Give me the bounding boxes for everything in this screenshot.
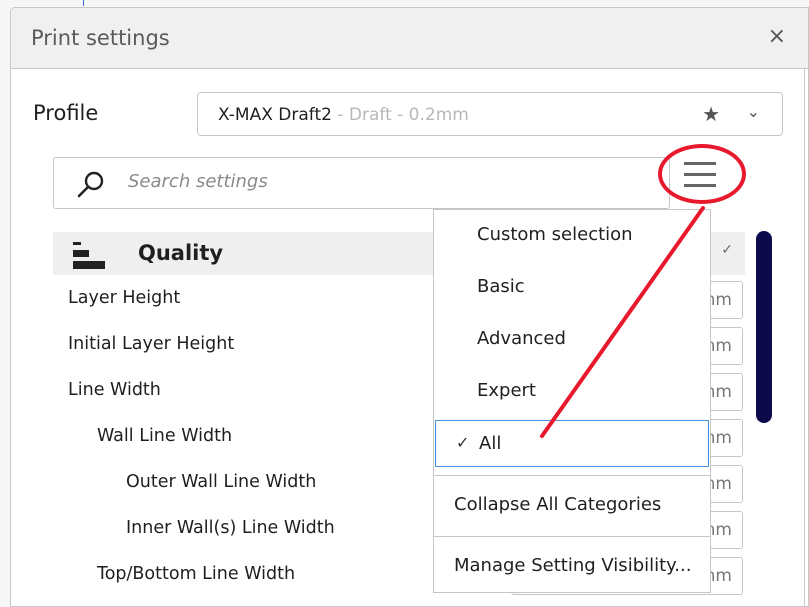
setting-label: Wall Line Width: [97, 426, 233, 446]
menu-item-label: Manage Setting Visibility...: [454, 555, 692, 576]
profile-name: X-MAX Draft2: [218, 105, 332, 125]
background-window-edge: [83, 0, 84, 6]
check-icon: ✓: [456, 433, 470, 452]
search-input[interactable]: [126, 170, 630, 193]
title-bar: Print settings ×: [11, 8, 808, 69]
search-icon: [77, 171, 104, 198]
setting-label: Top/Bottom Line Width: [97, 564, 296, 584]
menu-item-label: All: [479, 433, 502, 454]
profile-suffix: - Draft - 0.2mm: [331, 105, 469, 125]
profile-value: X-MAX Draft2 - Draft - 0.2mm: [218, 105, 469, 125]
profile-dropdown[interactable]: X-MAX Draft2 - Draft - 0.2mm ★ ⌄: [197, 92, 783, 136]
menu-item-label: Expert: [477, 380, 536, 401]
setting-label: Initial Layer Height: [68, 334, 235, 354]
category-label: Quality: [138, 241, 224, 265]
scrollbar[interactable]: [756, 231, 772, 423]
setting-label: Layer Height: [68, 288, 181, 308]
menu-item-collapse-all[interactable]: Collapse All Categories: [434, 476, 710, 536]
menu-item-all[interactable]: ✓ All: [435, 420, 709, 467]
menu-item-expert[interactable]: Expert: [434, 366, 710, 418]
close-icon[interactable]: ×: [768, 24, 786, 49]
search-box: [53, 157, 670, 209]
quality-icon: [73, 240, 107, 270]
dialog-title: Print settings: [31, 26, 170, 50]
menu-item-advanced[interactable]: Advanced: [434, 314, 710, 366]
menu-item-basic[interactable]: Basic: [434, 262, 710, 314]
menu-item-label: Custom selection: [477, 224, 633, 245]
divider: [804, 68, 805, 606]
menu-item-custom-selection[interactable]: Custom selection: [434, 210, 710, 262]
check-icon: ✓: [721, 242, 733, 258]
menu-item-manage-visibility[interactable]: Manage Setting Visibility...: [434, 537, 710, 593]
menu-item-label: Basic: [477, 276, 525, 297]
star-icon[interactable]: ★: [702, 102, 720, 126]
setting-label: Inner Wall(s) Line Width: [126, 518, 335, 538]
menu-item-label: Collapse All Categories: [454, 494, 662, 515]
setting-visibility-menu: Custom selection Basic Advanced Expert ✓…: [433, 209, 711, 593]
setting-label: Line Width: [68, 380, 161, 400]
annotation-ellipse: [658, 144, 746, 204]
chevron-down-icon[interactable]: ⌄: [747, 102, 760, 121]
profile-label: Profile: [33, 101, 99, 125]
setting-label: Outer Wall Line Width: [126, 472, 317, 492]
menu-item-label: Advanced: [477, 328, 566, 349]
